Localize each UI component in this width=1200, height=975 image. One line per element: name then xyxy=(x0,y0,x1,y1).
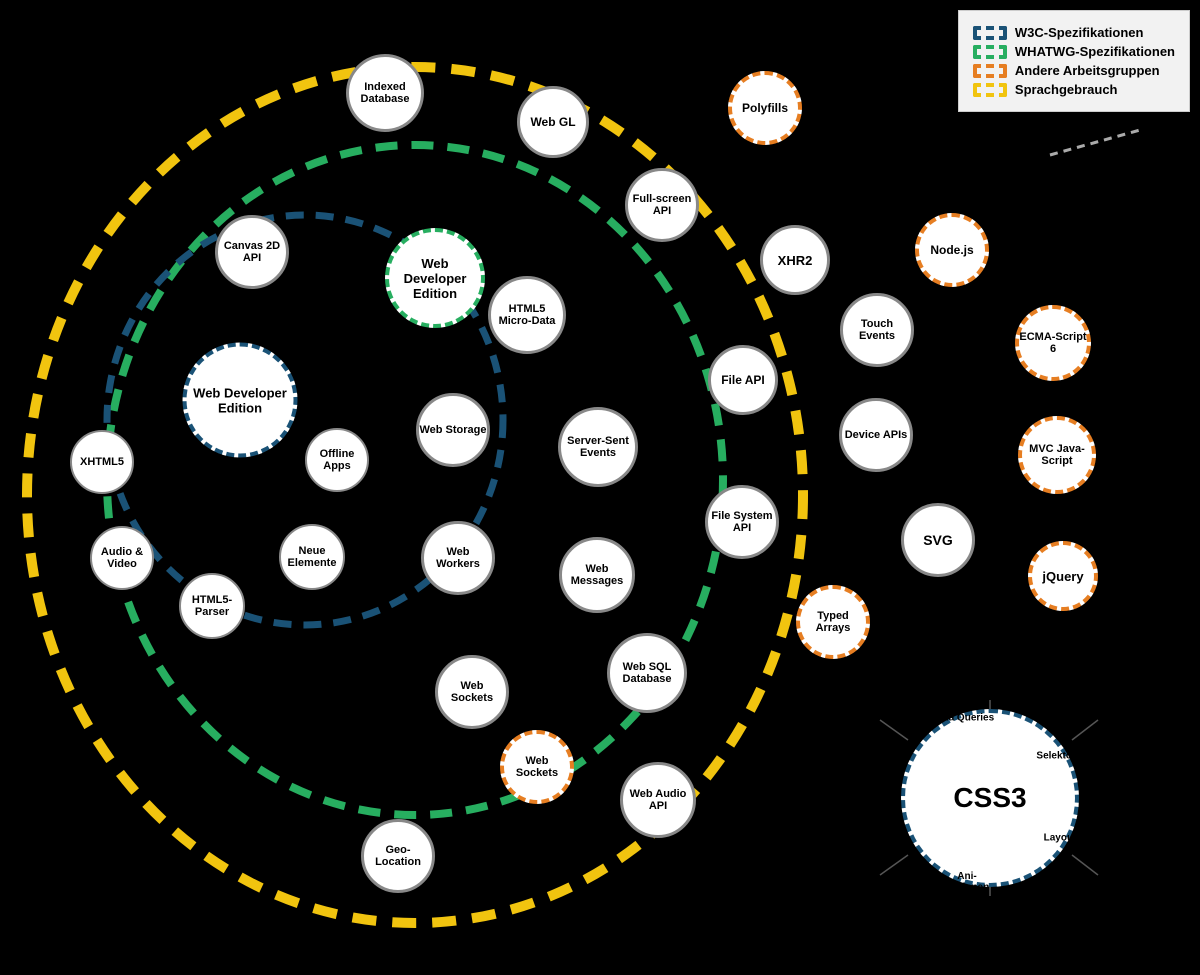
legend-swatch-usage xyxy=(973,83,1007,97)
animationen-label: Ani-mationen xyxy=(937,871,997,893)
audio-video-node: Audio & Video xyxy=(90,526,154,590)
diagram-container: Web Developer Edition Web Developer Edit… xyxy=(0,0,1200,975)
legend-label-w3c: W3C-Spezifikationen xyxy=(1015,25,1144,40)
nodejs-node: Node.js xyxy=(915,213,989,287)
web-sql-database-node: Web SQL Database xyxy=(607,633,687,713)
device-apis-node: Device APIs xyxy=(839,398,913,472)
legend-label-other: Andere Arbeitsgruppen xyxy=(1015,63,1160,78)
legend-item-usage: Sprachgebrauch xyxy=(973,82,1175,97)
xhr2-node: XHR2 xyxy=(760,225,830,295)
fullscreen-api-node: Full-screen API xyxy=(625,168,699,242)
legend-item-w3c: W3C-Spezifikationen xyxy=(973,25,1175,40)
neue-elemente-node: Neue Elemente xyxy=(279,524,345,590)
mvc-javascript-node: MVC Java-Script xyxy=(1018,416,1096,494)
layout-label: Layout xyxy=(1035,833,1085,844)
svg-node: SVG xyxy=(901,503,975,577)
touch-events-node: Touch Events xyxy=(840,293,914,367)
web-workers-node: Web Workers xyxy=(421,521,495,595)
legend-label-usage: Sprachgebrauch xyxy=(1015,82,1118,97)
web-developer-edition-node: Web Developer Edition xyxy=(385,228,485,328)
offline-apps-node: Offline Apps xyxy=(305,428,369,492)
web-developer-edition-inner-node: Web Developer Edition xyxy=(183,343,298,458)
polyfills-node: Polyfills xyxy=(728,71,802,145)
canvas-2d-api-node: Canvas 2D API xyxy=(215,215,289,289)
web-audio-api-node: Web Audio API xyxy=(620,762,696,838)
media-queries-label: Media Queries xyxy=(925,713,995,724)
indexed-database-node: Indexed Database xyxy=(346,54,424,132)
file-system-api-node: File System API xyxy=(705,485,779,559)
server-sent-events-node: Server-Sent Events xyxy=(558,407,638,487)
legend-swatch-whatwg xyxy=(973,45,1007,59)
legend-swatch-w3c xyxy=(973,26,1007,40)
jquery-node: jQuery xyxy=(1028,541,1098,611)
legend-item-whatwg: WHATWG-Spezifikationen xyxy=(973,44,1175,59)
web-sockets-node: Web Sockets xyxy=(435,655,509,729)
legend-label-whatwg: WHATWG-Spezifikationen xyxy=(1015,44,1175,59)
xhtml5-node: XHTML5 xyxy=(70,430,134,494)
selektoren-label: Selektoren xyxy=(1032,751,1092,762)
web-developer-edition-label: Web Developer Edition xyxy=(389,256,481,301)
geo-location-node: Geo-Location xyxy=(361,819,435,893)
rgba-hsla-label: RGBA & HSLA xyxy=(858,745,918,767)
html5-parser-node: HTML5-Parser xyxy=(179,573,245,639)
legend-item-other: Andere Arbeitsgruppen xyxy=(973,63,1175,78)
legend-swatch-other xyxy=(973,64,1007,78)
css3-node: CSS3 xyxy=(901,709,1079,887)
typed-arrays-node: Typed Arrays xyxy=(796,585,870,659)
html5-microdata-node: HTML5 Micro-Data xyxy=(488,276,566,354)
file-api-node: File API xyxy=(708,345,778,415)
web-gl-node: Web GL xyxy=(517,86,589,158)
web-storage-node: Web Storage xyxy=(416,393,490,467)
transforms-label: Trans-forms xyxy=(855,827,910,849)
web-sockets-orange-node: Web Sockets xyxy=(500,730,574,804)
legend: W3C-Spezifikationen WHATWG-Spezifikation… xyxy=(958,10,1190,112)
web-messages-node: Web Messages xyxy=(559,537,635,613)
web-developer-edition-inner-label: Web Developer Edition xyxy=(187,385,294,415)
ecmascript6-node: ECMA-Script 6 xyxy=(1015,305,1091,381)
